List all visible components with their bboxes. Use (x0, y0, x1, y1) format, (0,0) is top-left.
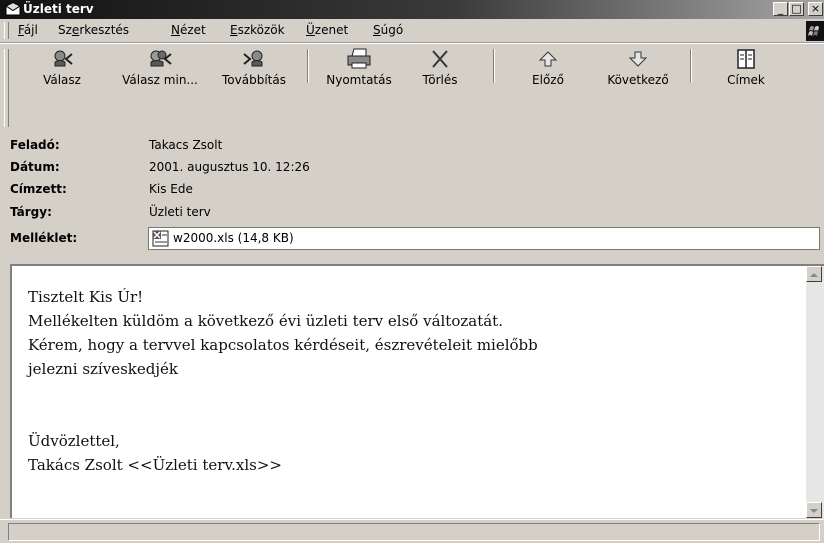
attachment-field[interactable]: w2000.xls (14,8 KB) (148, 227, 820, 250)
reply-all-icon (150, 50, 172, 67)
window-title: Üzleti terv (23, 2, 94, 16)
forward-button[interactable]: Továbbítás (212, 48, 296, 88)
attachment-label: Melléklet: (10, 231, 78, 245)
reply-label: Válasz (43, 73, 81, 87)
message-body[interactable]: Tisztelt Kis Úr! Mellékelten küldöm a kö… (10, 264, 806, 518)
arrow-down-icon (810, 509, 818, 513)
close-button[interactable]: × (808, 2, 823, 16)
date-label: Dátum: (10, 160, 60, 174)
scroll-up-button[interactable] (806, 266, 822, 282)
addresses-button[interactable]: Címek (718, 48, 774, 88)
print-label: Nyomtatás (326, 73, 392, 87)
body-line: Mellékelten küldöm a következő évi üzlet… (28, 312, 503, 330)
menu-view[interactable]: Nézet (171, 23, 206, 37)
minimize-button[interactable]: _ (773, 2, 788, 16)
forward-label: Továbbítás (222, 73, 286, 87)
print-button[interactable]: Nyomtatás (314, 48, 404, 88)
subject-value: Üzleti terv (149, 205, 211, 219)
body-line: Takács Zsolt <<Üzleti terv.xls>> (28, 456, 283, 474)
previous-label: Előző (532, 73, 564, 87)
delete-button[interactable]: Törlés (410, 48, 470, 88)
to-value: Kis Ede (149, 182, 193, 196)
from-value: Takacs Zsolt (149, 138, 223, 152)
arrow-up-icon (810, 273, 818, 277)
subject-label: Tárgy: (10, 205, 52, 219)
toolbar-separator (690, 49, 692, 83)
status-bar (0, 519, 824, 543)
status-panel (8, 523, 820, 541)
scroll-down-button[interactable] (806, 502, 822, 518)
previous-button[interactable]: Előző (518, 48, 578, 88)
body-line: Tisztelt Kis Úr! (28, 288, 144, 306)
delete-icon (432, 50, 448, 68)
message-window: Üzleti terv _ □ × Fájl Szerkesztés Nézet… (0, 0, 824, 543)
toolbar-separator (307, 49, 309, 83)
attachment-filename[interactable]: w2000.xls (14,8 KB) (173, 231, 294, 245)
addresses-label: Címek (727, 73, 765, 87)
to-label: Címzett: (10, 182, 67, 196)
next-label: Következő (607, 73, 669, 87)
body-line: Üdvözlettel, (28, 432, 120, 450)
address-book-icon (737, 49, 755, 69)
delete-label: Törlés (422, 73, 458, 87)
reply-all-button[interactable]: Válasz min... (112, 48, 208, 88)
title-bar[interactable]: Üzleti terv _ □ × (0, 0, 824, 19)
reply-button[interactable]: Válasz (34, 48, 90, 88)
menu-tools[interactable]: Eszközök (230, 23, 285, 37)
windows-logo-icon (806, 21, 824, 41)
toolbar-grip[interactable] (4, 49, 9, 127)
body-line: jelezni szíveskedjék (28, 360, 178, 378)
previous-icon (538, 51, 558, 67)
menu-help[interactable]: Súgó (373, 23, 403, 37)
menu-grip[interactable] (4, 22, 9, 39)
next-button[interactable]: Következő (598, 48, 678, 88)
reply-icon (54, 50, 73, 67)
toolbar-separator (493, 49, 495, 83)
excel-file-icon (152, 230, 169, 247)
vertical-scrollbar[interactable] (806, 264, 824, 518)
forward-icon (243, 50, 263, 67)
menu-file[interactable]: Fájl (18, 23, 38, 37)
from-label: Feladó: (10, 138, 60, 152)
next-icon (628, 51, 648, 67)
reply-all-label: Válasz min... (122, 73, 198, 87)
menu-message[interactable]: Üzenet (306, 23, 348, 37)
envelope-icon (5, 2, 21, 16)
maximize-button[interactable]: □ (789, 2, 804, 16)
date-value: 2001. augusztus 10. 12:26 (149, 160, 310, 174)
printer-icon (347, 48, 371, 69)
body-line: Kérem, hogy a tervvel kapcsolatos kérdés… (28, 336, 538, 354)
menu-edit[interactable]: Szerkesztés (58, 23, 129, 37)
